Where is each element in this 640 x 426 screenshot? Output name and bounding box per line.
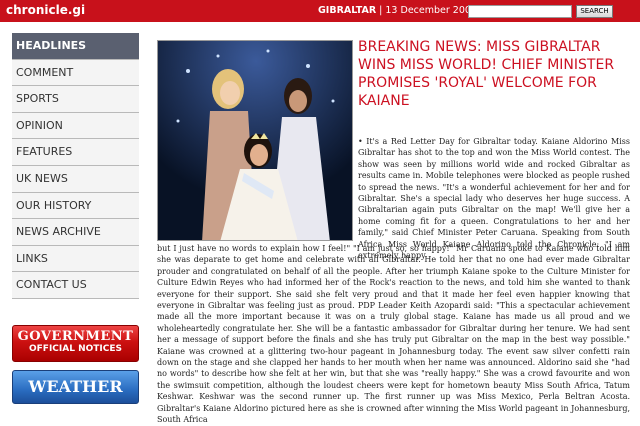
sidebar-item-our-history[interactable]: OUR HISTORY — [12, 192, 139, 220]
top-bar: chronicle.gi GIBRALTAR | 13 December 200… — [0, 0, 640, 22]
search-input[interactable] — [468, 5, 572, 18]
sidebar-item-headlines[interactable]: HEADLINES — [12, 33, 139, 60]
sidebar-nav: HEADLINES COMMENT SPORTS OPINION FEATURE… — [12, 33, 139, 299]
sidebar-item-links[interactable]: LINKS — [12, 245, 139, 273]
government-notices-banner[interactable]: GOVERNMENT OFFICIAL NOTICES — [12, 325, 139, 362]
location-label: GIBRALTAR — [318, 5, 377, 16]
sidebar-item-sports[interactable]: SPORTS — [12, 86, 139, 113]
sidebar-item-uk-news[interactable]: UK NEWS — [12, 165, 139, 193]
sidebar-item-features[interactable]: FEATURES — [12, 139, 139, 166]
photo-illustration — [158, 41, 352, 240]
government-banner-subtitle: OFFICIAL NOTICES — [29, 344, 122, 354]
location-date: GIBRALTAR | 13 December 2009 — [318, 5, 477, 16]
article-body-continued: but I just have no words to explain how … — [157, 244, 630, 425]
sidebar-item-news-archive[interactable]: NEWS ARCHIVE — [12, 219, 139, 246]
government-banner-title: GOVERNMENT — [17, 329, 134, 344]
date-label: | 13 December 2009 — [379, 5, 477, 16]
sidebar-item-contact-us[interactable]: CONTACT US — [12, 272, 139, 299]
article-headline: BREAKING NEWS: MISS GIBRALTAR WINS MISS … — [358, 39, 615, 109]
sidebar-item-comment[interactable]: COMMENT — [12, 59, 139, 87]
search-button[interactable]: SEARCH — [576, 5, 613, 18]
article-photo — [157, 40, 353, 241]
sidebar-item-opinion[interactable]: OPINION — [12, 112, 139, 140]
site-logo[interactable]: chronicle.gi — [6, 3, 85, 17]
weather-banner[interactable]: WEATHER — [12, 370, 139, 404]
